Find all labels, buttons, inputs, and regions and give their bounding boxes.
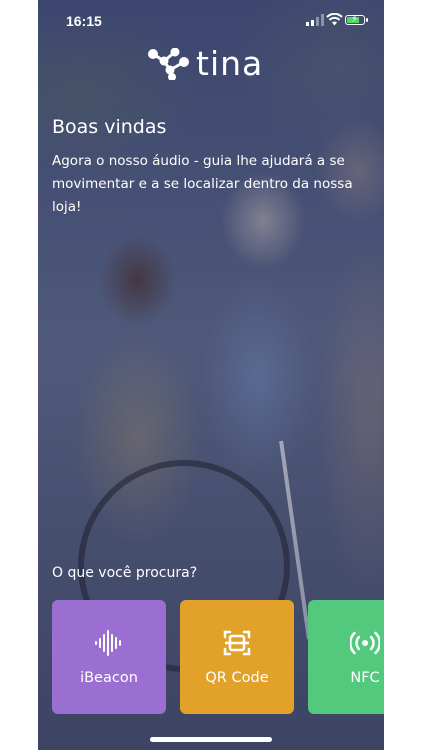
cellular-signal-icon <box>306 14 324 26</box>
audio-wave-icon <box>95 630 121 656</box>
brand-logo: tina <box>148 46 263 82</box>
qr-scan-icon <box>223 630 251 656</box>
welcome-title: Boas vindas <box>52 116 167 138</box>
nfc-signal-icon <box>350 631 380 655</box>
wifi-icon <box>326 13 343 26</box>
app-screen: 16:15 ⚡ tina Boas vindas Agora o nosso á… <box>38 0 384 750</box>
tina-logo-icon <box>148 48 189 80</box>
nfc-label: NFC <box>350 670 380 686</box>
option-cards: iBeacon QR Code NFC <box>52 600 384 714</box>
battery-icon: ⚡ <box>345 14 365 25</box>
ibeacon-label: iBeacon <box>80 670 138 686</box>
qr-code-button[interactable]: QR Code <box>180 600 294 714</box>
qr-code-label: QR Code <box>205 670 269 686</box>
brand-name: tina <box>196 44 264 83</box>
ibeacon-button[interactable]: iBeacon <box>52 600 166 714</box>
nfc-button[interactable]: NFC <box>308 600 384 714</box>
status-time: 16:15 <box>66 13 102 29</box>
charging-bolt-icon: ⚡ <box>351 14 359 25</box>
battery-tip <box>366 18 368 22</box>
home-indicator[interactable] <box>150 737 272 742</box>
search-question: O que você procura? <box>52 565 198 581</box>
welcome-message: Agora o nosso áudio - guia lhe ajudará a… <box>52 153 353 215</box>
status-bar: 16:15 ⚡ <box>38 0 384 44</box>
